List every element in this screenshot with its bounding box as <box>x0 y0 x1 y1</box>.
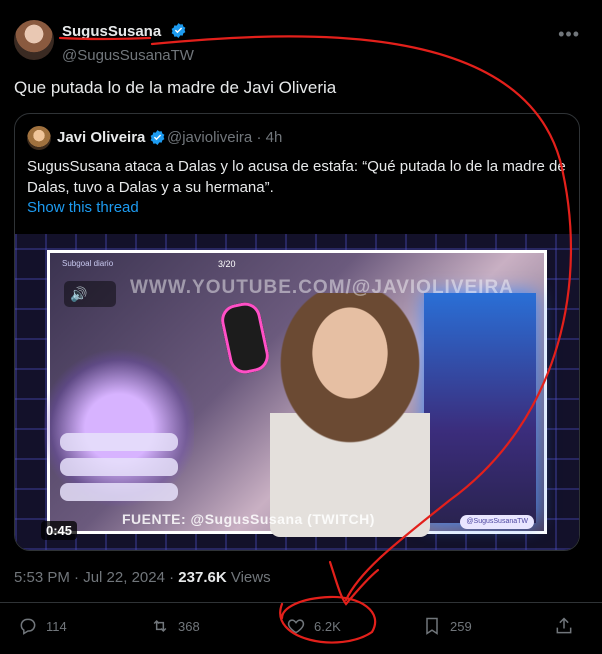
tweet-text: Que putada lo de la madre de Javi Oliver… <box>14 78 337 97</box>
like-button[interactable]: 6.2K <box>286 616 341 636</box>
more-icon[interactable]: ••• <box>558 24 580 45</box>
tweet-time[interactable]: 5:53 PM <box>14 569 70 586</box>
show-thread-link[interactable]: Show this thread <box>27 199 139 216</box>
quoted-verified-badge-icon <box>149 129 166 151</box>
quoted-author-name[interactable]: Javi Oliveira <box>57 129 145 146</box>
views-count: 237.6K <box>178 569 227 586</box>
tweet-date[interactable]: Jul 22, 2024 <box>83 569 165 586</box>
quoted-time[interactable]: 4h <box>266 129 283 146</box>
quoted-text: SugusSusana ataca a Dalas y lo acusa de … <box>27 158 566 196</box>
verified-badge-icon <box>170 22 187 44</box>
quoted-avatar[interactable] <box>27 126 51 150</box>
streamer-figure <box>270 293 430 537</box>
quoted-meta: @javioliveira · 4h <box>167 129 282 146</box>
share-icon <box>556 617 572 634</box>
action-bar: 114 368 6.2K 259 <box>0 612 602 644</box>
like-count: 6.2K <box>314 618 341 634</box>
heart-icon <box>287 619 305 634</box>
chat-bubble <box>60 458 178 476</box>
quoted-handle[interactable]: @javioliveira <box>167 129 252 146</box>
avatar[interactable] <box>14 20 54 60</box>
tweet-meta: 5:53 PM · Jul 22, 2024 · 237.6K Views <box>14 569 271 586</box>
video-duration: 0:45 <box>41 521 78 540</box>
reply-icon <box>20 618 36 635</box>
tweet: SugusSusana @SugusSusanaTW ••• Que putad… <box>0 0 602 654</box>
figure-shelf <box>424 293 536 523</box>
video-player[interactable]: Subgoal diario 3/20 WWW.YOUTUBE.COM/@JAV… <box>15 234 579 550</box>
meta-dot: · <box>169 569 175 586</box>
bookmark-icon <box>426 617 438 635</box>
author-handle[interactable]: @SugusSusanaTW <box>62 47 194 64</box>
retweet-count: 368 <box>178 618 200 634</box>
source-watermark: FUENTE: @SugusSusana (TWITCH) <box>122 511 375 527</box>
bookmark-count: 259 <box>450 618 472 634</box>
subgoal-label: Subgoal diario <box>62 259 114 268</box>
bookmark-button[interactable]: 259 <box>422 616 472 636</box>
reply-button[interactable]: 114 <box>18 616 67 636</box>
reply-count: 114 <box>46 618 67 634</box>
chat-bubble <box>60 433 178 451</box>
author-name[interactable]: SugusSusana <box>62 23 161 40</box>
retweet-icon <box>153 619 167 633</box>
share-button[interactable] <box>554 616 582 636</box>
quoted-tweet[interactable]: Javi Oliveira @javioliveira · 4h SugusSu… <box>14 113 580 551</box>
quoted-separator: · <box>256 129 262 146</box>
microphone <box>218 299 272 377</box>
video-frame: Subgoal diario 3/20 WWW.YOUTUBE.COM/@JAV… <box>44 250 547 537</box>
youtube-watermark: WWW.YOUTUBE.COM/@JAVIOLIVEIRA <box>130 277 514 298</box>
author-block[interactable]: SugusSusana @SugusSusanaTW <box>62 22 194 64</box>
chat-bubble <box>60 483 178 501</box>
meta-dot: · <box>74 569 80 586</box>
views-label: Views <box>230 569 271 586</box>
retweet-button[interactable]: 368 <box>150 616 200 636</box>
subgoal-count: 3/20 <box>218 259 236 269</box>
divider <box>0 602 602 603</box>
twitter-handle-badge: @SugusSusanaTW <box>460 515 534 529</box>
chat-overlay <box>60 433 178 505</box>
speaker-icon: 🔊 <box>64 281 116 307</box>
